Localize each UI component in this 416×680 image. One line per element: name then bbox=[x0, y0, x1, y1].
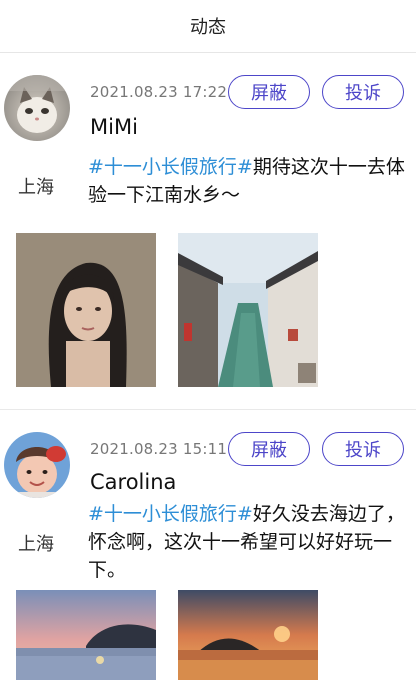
user-name[interactable]: MiMi bbox=[90, 115, 138, 139]
page-header: 动态 bbox=[0, 0, 416, 53]
report-button[interactable]: 投诉 bbox=[322, 432, 404, 466]
post-photo[interactable] bbox=[16, 233, 156, 387]
topic-tag[interactable]: #十一小长假旅行# bbox=[88, 156, 253, 178]
post-card[interactable]: 上海 2021.08.23 15:11 Carolina 屏蔽 投诉 #十一小长… bbox=[0, 409, 416, 680]
sunset-sea-photo-icon bbox=[178, 590, 318, 680]
post-content: #十一小长假旅行#好久没去海边了，怀念啊，这次十一希望可以好好玩一下。 bbox=[88, 500, 406, 584]
post-time: 2021.08.23 17:22 bbox=[90, 83, 228, 101]
topic-tag[interactable]: #十一小长假旅行# bbox=[88, 503, 253, 525]
avatar[interactable] bbox=[4, 75, 70, 141]
user-name[interactable]: Carolina bbox=[90, 470, 176, 494]
cat-avatar-icon bbox=[4, 75, 70, 141]
water-town-canal-photo-icon bbox=[178, 233, 318, 387]
post-photo[interactable] bbox=[16, 590, 156, 680]
post-photo[interactable] bbox=[178, 233, 318, 387]
report-button[interactable]: 投诉 bbox=[322, 75, 404, 109]
sunset-island-photo-icon bbox=[16, 590, 156, 680]
block-button[interactable]: 屏蔽 bbox=[228, 432, 310, 466]
girl-portrait-photo-icon bbox=[16, 233, 156, 387]
page-title: 动态 bbox=[190, 17, 226, 38]
post-photo[interactable] bbox=[178, 590, 318, 680]
block-button[interactable]: 屏蔽 bbox=[228, 75, 310, 109]
location-label: 上海 bbox=[18, 534, 54, 555]
post-time: 2021.08.23 15:11 bbox=[90, 440, 228, 458]
child-avatar-icon bbox=[4, 432, 70, 498]
post-card[interactable]: 上海 2021.08.23 17:22 MiMi 屏蔽 投诉 #十一小长假旅行#… bbox=[0, 53, 416, 409]
post-content: #十一小长假旅行#期待这次十一去体验一下江南水乡～ bbox=[88, 153, 406, 209]
avatar[interactable] bbox=[4, 432, 70, 498]
location-label: 上海 bbox=[18, 177, 54, 198]
